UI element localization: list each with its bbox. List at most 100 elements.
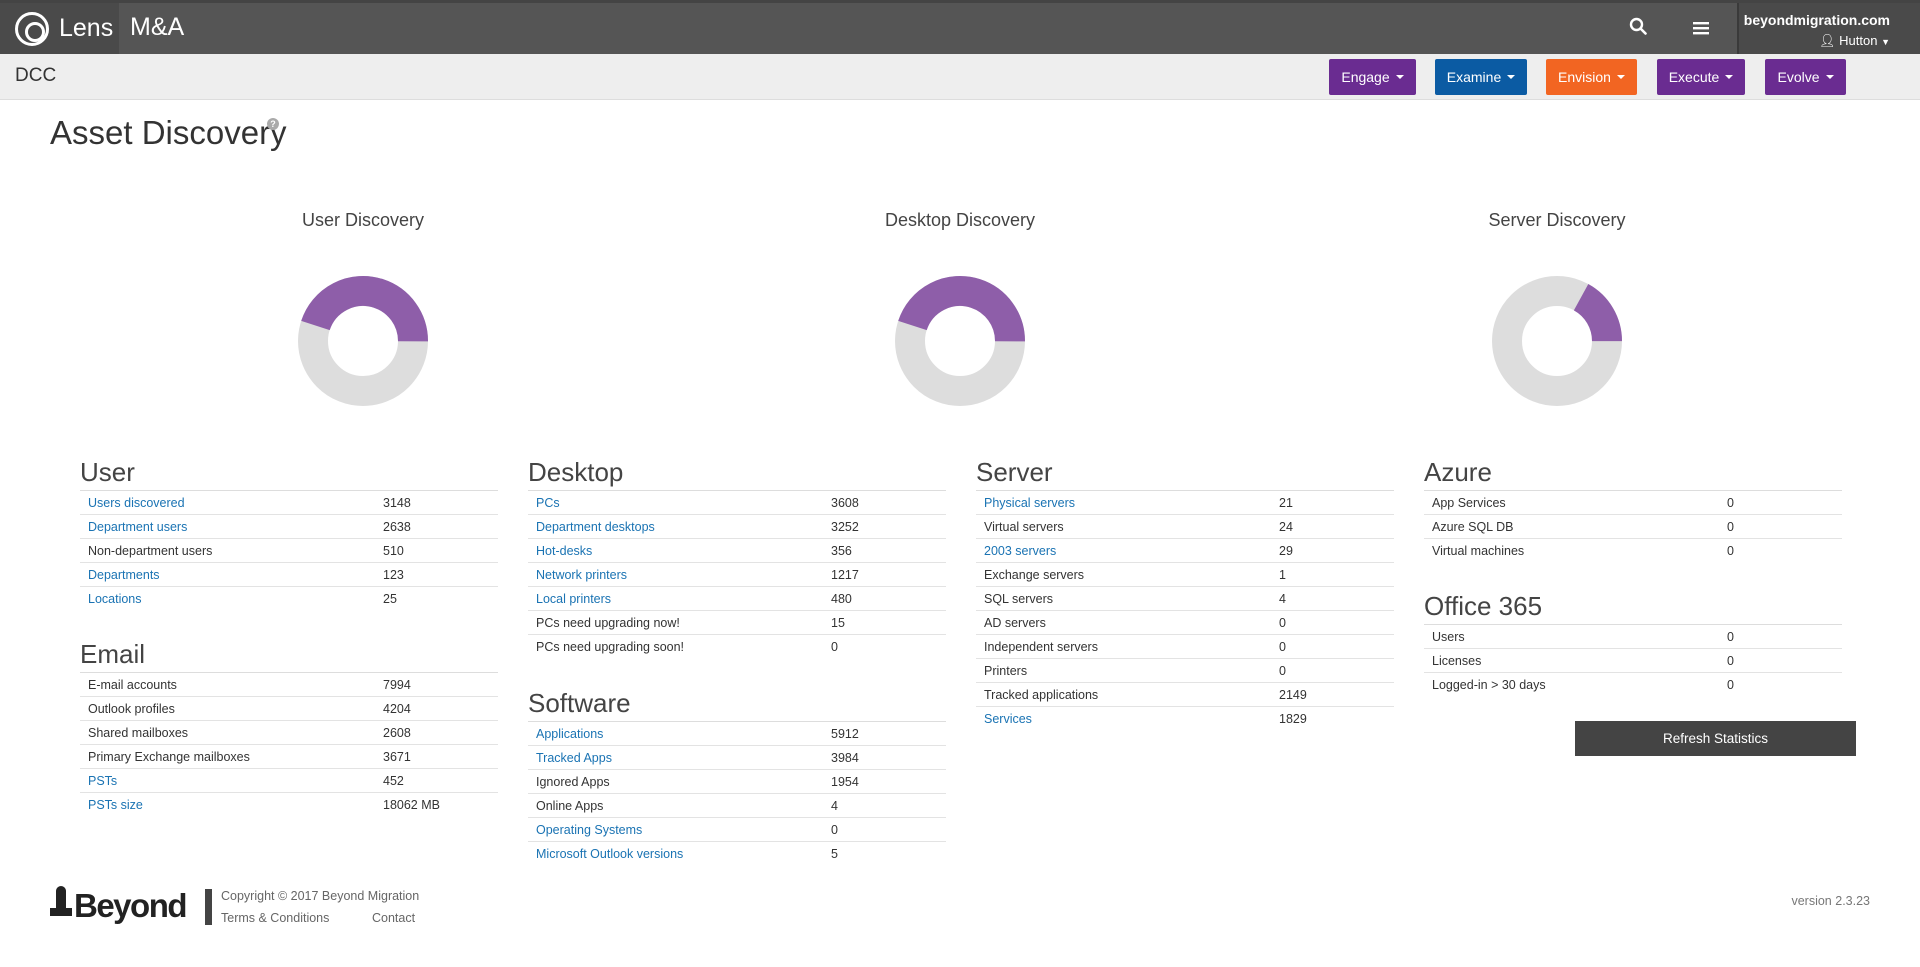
- server-stat-row: 2003 servers 29: [976, 539, 1394, 563]
- search-icon[interactable]: [1623, 15, 1653, 41]
- desktop-discovery-donut: [895, 276, 1025, 406]
- desktop-stat-row: PCs 3608: [528, 491, 946, 515]
- software-stat-row: Microsoft Outlook versions 5: [528, 842, 946, 866]
- desktop-stat-row: Hot-desks 356: [528, 539, 946, 563]
- stat-value: 480: [831, 591, 852, 606]
- stat-label[interactable]: Physical servers: [976, 496, 1271, 510]
- examine-menu-button[interactable]: Examine: [1435, 59, 1527, 95]
- email-stat-row: PSTs 452: [80, 769, 498, 793]
- stat-label: Azure SQL DB: [1432, 519, 1514, 534]
- copyright-text: Copyright © 2017 Beyond Migration: [221, 889, 420, 903]
- server-stat-row: Exchange servers 1: [976, 563, 1394, 587]
- stat-label: E-mail accounts: [88, 677, 177, 692]
- stat-value: 5: [831, 847, 838, 861]
- stat-label: Shared mailboxes: [88, 725, 189, 740]
- user-discovery-title: User Discovery: [301, 210, 425, 230]
- server-stat-row: Independent servers 0: [976, 635, 1394, 659]
- email-stat-row: Primary Exchange mailboxes 3671: [80, 745, 498, 769]
- stat-label[interactable]: Departments: [80, 568, 375, 582]
- stat-value: 2638: [383, 519, 411, 534]
- azure-stat-row: App Services 0: [1424, 491, 1842, 515]
- user-panel-heading: User: [80, 457, 498, 491]
- app-name: M&A: [130, 13, 185, 41]
- user-stat-row: Locations 25: [80, 587, 498, 611]
- engage-menu-button[interactable]: Engage: [1329, 59, 1416, 95]
- stat-value: 1954: [831, 774, 859, 789]
- office365-panel: Office 365 Users 0 Licenses 0 Logged-in > 30…: [1424, 591, 1842, 697]
- azure-stat-row: Virtual machines 0: [1424, 539, 1842, 563]
- account-user[interactable]: 👤︎ Hutton ▼: [1819, 33, 1890, 49]
- user-icon: 👤︎: [1819, 33, 1836, 48]
- stat-label[interactable]: 2003 servers: [976, 544, 1271, 558]
- terms-link[interactable]: Terms & Conditions: [221, 911, 329, 925]
- stat-label: Licenses: [1432, 653, 1482, 668]
- stat-value: 0: [1279, 615, 1286, 630]
- stat-value: 0: [1727, 629, 1734, 644]
- stat-label[interactable]: Applications: [528, 727, 823, 741]
- evolve-menu-button[interactable]: Evolve: [1765, 59, 1846, 95]
- stat-label[interactable]: Department users: [80, 520, 375, 534]
- stat-label: Ignored Apps: [536, 774, 610, 789]
- software-stat-row: Operating Systems 0: [528, 818, 946, 842]
- stat-label[interactable]: PSTs size: [80, 798, 375, 812]
- stat-value: 2149: [1279, 687, 1307, 702]
- lens-logo-icon: [15, 11, 49, 46]
- contact-link[interactable]: Contact: [372, 911, 415, 925]
- stat-label[interactable]: Department desktops: [528, 520, 823, 534]
- stat-label[interactable]: Locations: [80, 592, 375, 606]
- stat-label: Virtual servers: [984, 519, 1064, 534]
- stat-label[interactable]: PSTs: [80, 774, 375, 788]
- stat-label[interactable]: Network printers: [528, 568, 823, 582]
- stat-value: 29: [1279, 543, 1293, 558]
- email-stat-row: Shared mailboxes 2608: [80, 721, 498, 745]
- stat-label[interactable]: Microsoft Outlook versions: [528, 847, 823, 861]
- stat-label[interactable]: Operating Systems: [528, 823, 823, 837]
- stat-label[interactable]: Local printers: [528, 592, 823, 606]
- stat-value: 1217: [831, 567, 859, 582]
- software-panel: Software Applications 5912 Tracked Apps 398…: [528, 688, 946, 866]
- stat-value: 3608: [831, 495, 859, 510]
- stat-value: 18062 MB: [383, 798, 440, 812]
- desktop-stat-row: Local printers 480: [528, 587, 946, 611]
- desktop-stat-row: PCs need upgrading soon! 0: [528, 635, 946, 659]
- azure-panel-heading: Azure: [1424, 457, 1842, 491]
- version-text: version 2.3.23: [1791, 894, 1870, 908]
- stat-label[interactable]: Tracked Apps: [528, 751, 823, 765]
- stat-label[interactable]: Services: [976, 712, 1271, 726]
- envision-menu-button[interactable]: Envision: [1546, 59, 1637, 95]
- desktop-stat-row: Department desktops 3252: [528, 515, 946, 539]
- brand-home-link[interactable]: Lens: [0, 3, 119, 54]
- stat-label[interactable]: Hot-desks: [528, 544, 823, 558]
- stat-label: Independent servers: [984, 639, 1098, 654]
- execute-menu-button[interactable]: Execute: [1657, 59, 1745, 95]
- stat-value: 0: [1727, 653, 1734, 668]
- examine-menu-label: Examine: [1446, 69, 1502, 85]
- server-stat-row: Virtual servers 24: [976, 515, 1394, 539]
- desktop-panel: Desktop PCs 3608 Department desktops 3252 Ho…: [528, 457, 946, 659]
- caret-down-icon: [1507, 75, 1516, 79]
- stat-value: 4204: [383, 701, 411, 716]
- desktop-discovery-title: Desktop Discovery: [884, 210, 1036, 230]
- account-menu[interactable]: beyondmigration.com 👤︎ Hutton ▼: [1737, 3, 1920, 54]
- help-icon[interactable]: ?: [267, 118, 279, 130]
- stat-value: 4: [831, 798, 838, 813]
- user-stat-row: Department users 2638: [80, 515, 498, 539]
- stat-label[interactable]: Users discovered: [80, 496, 375, 510]
- refresh-statistics-button[interactable]: Refresh Statistics: [1575, 721, 1856, 756]
- top-navbar: Lens M&A beyondmigration.com 👤︎ Hutton ▼: [0, 0, 1920, 54]
- user-stat-row: Non-department users 510: [80, 539, 498, 563]
- desktop-stat-row: Network printers 1217: [528, 563, 946, 587]
- stat-value: 3671: [383, 749, 411, 764]
- hamburger-menu-icon[interactable]: [1686, 15, 1716, 41]
- desktop-discovery-chart: Desktop Discovery: [760, 210, 1160, 411]
- evolve-menu-label: Evolve: [1777, 69, 1820, 85]
- stat-label: Exchange servers: [984, 567, 1085, 582]
- software-stat-row: Applications 5912: [528, 722, 946, 746]
- execute-menu-label: Execute: [1668, 69, 1720, 85]
- software-stat-row: Tracked Apps 3984: [528, 746, 946, 770]
- stat-value: 3252: [831, 519, 859, 534]
- stat-label[interactable]: PCs: [528, 496, 823, 510]
- user-stat-row: Users discovered 3148: [80, 491, 498, 515]
- caret-down-icon: [1725, 75, 1734, 79]
- stat-label: Tracked applications: [984, 687, 1099, 702]
